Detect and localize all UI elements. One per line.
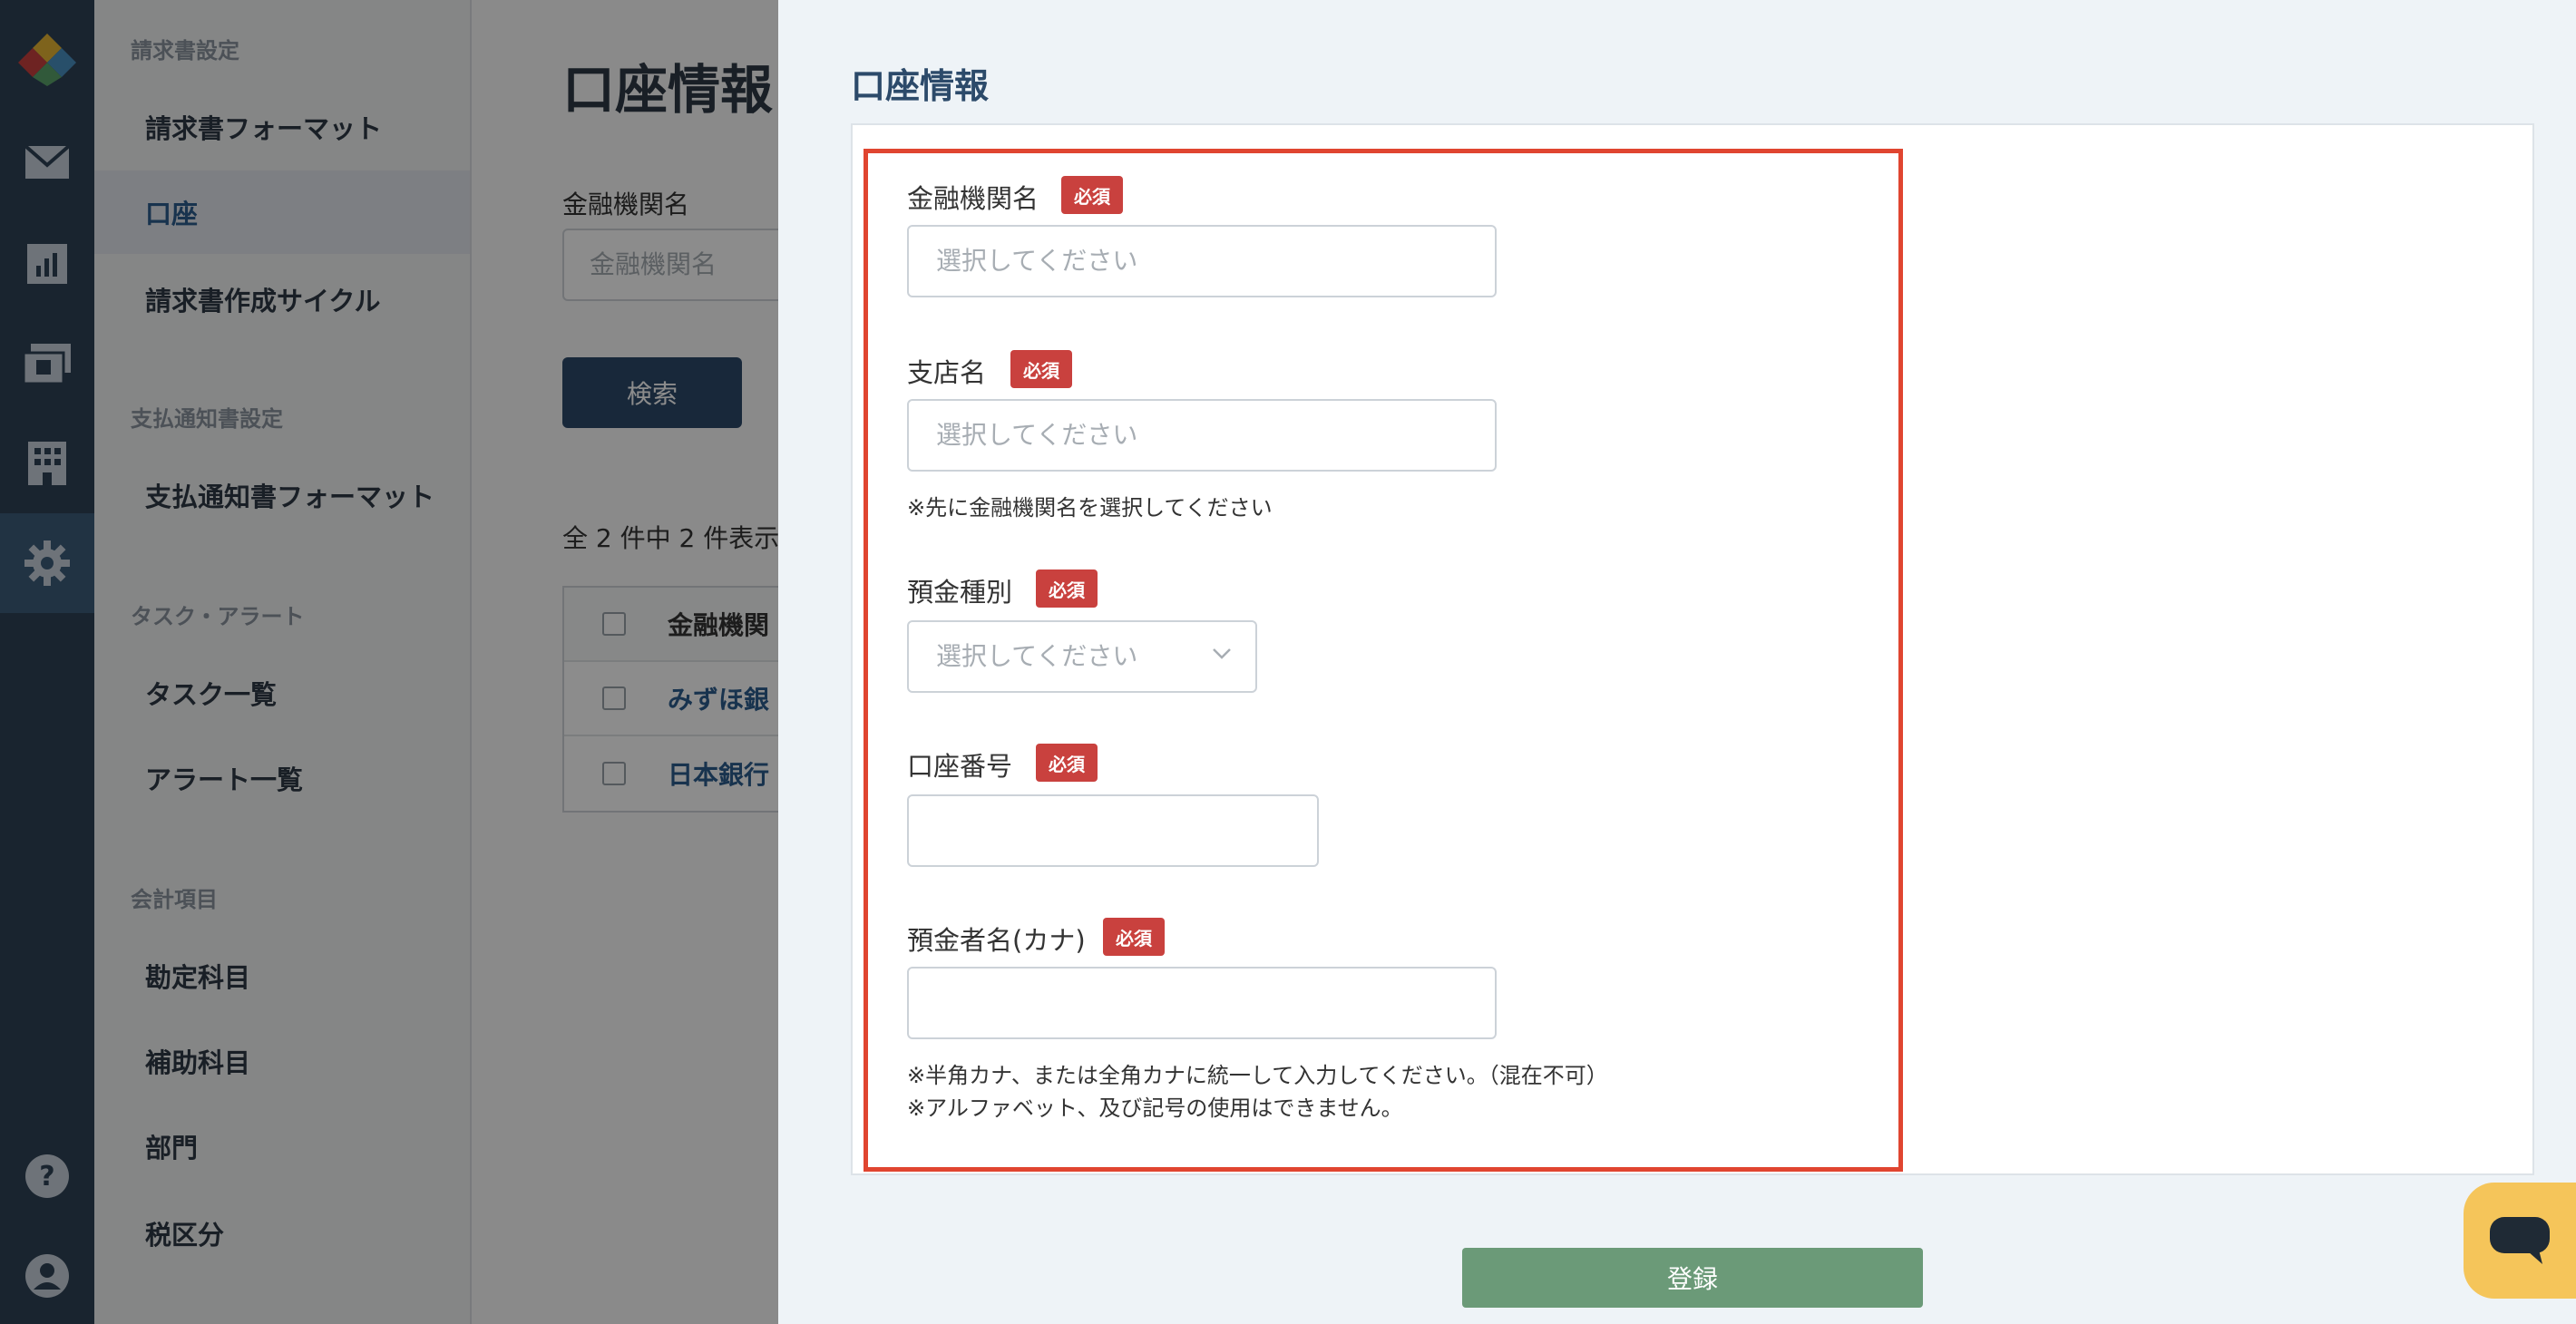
register-button[interactable]: 登録 [1462, 1248, 1923, 1308]
deposit-type-placeholder: 選択してください [936, 641, 1138, 671]
required-badge: 必須 [1061, 176, 1123, 214]
account-number-label: 口座番号 [907, 751, 1013, 782]
required-badge: 必須 [1036, 570, 1098, 608]
bank-name-select[interactable]: 選択してください [907, 225, 1497, 297]
account-number-input[interactable] [907, 794, 1319, 867]
required-badge: 必須 [1010, 350, 1072, 388]
branch-name-label: 支店名 [907, 357, 987, 388]
required-badge: 必須 [1103, 918, 1165, 956]
chat-support-button[interactable] [2464, 1183, 2576, 1299]
panel-title: 口座情報 [851, 66, 990, 106]
chevron-down-icon [1213, 648, 1231, 659]
holder-kana-note-2: ※アルファベット、及び記号の使用はできません。 [907, 1095, 1403, 1121]
holder-kana-input[interactable] [907, 967, 1497, 1039]
deposit-type-select[interactable]: 選択してください [907, 620, 1257, 693]
branch-name-select[interactable]: 選択してください [907, 399, 1497, 472]
holder-kana-note-1: ※半角カナ、または全角カナに統一して入力してください。（混在不可） [907, 1063, 1608, 1088]
chat-bubble-icon [2490, 1217, 2550, 1264]
deposit-type-label: 預金種別 [907, 577, 1013, 608]
holder-kana-label: 預金者名(カナ) [907, 925, 1086, 956]
bank-name-label: 金融機関名 [907, 183, 1039, 214]
required-badge: 必須 [1036, 744, 1098, 782]
branch-name-note: ※先に金融機関名を選択してください [907, 495, 1273, 521]
